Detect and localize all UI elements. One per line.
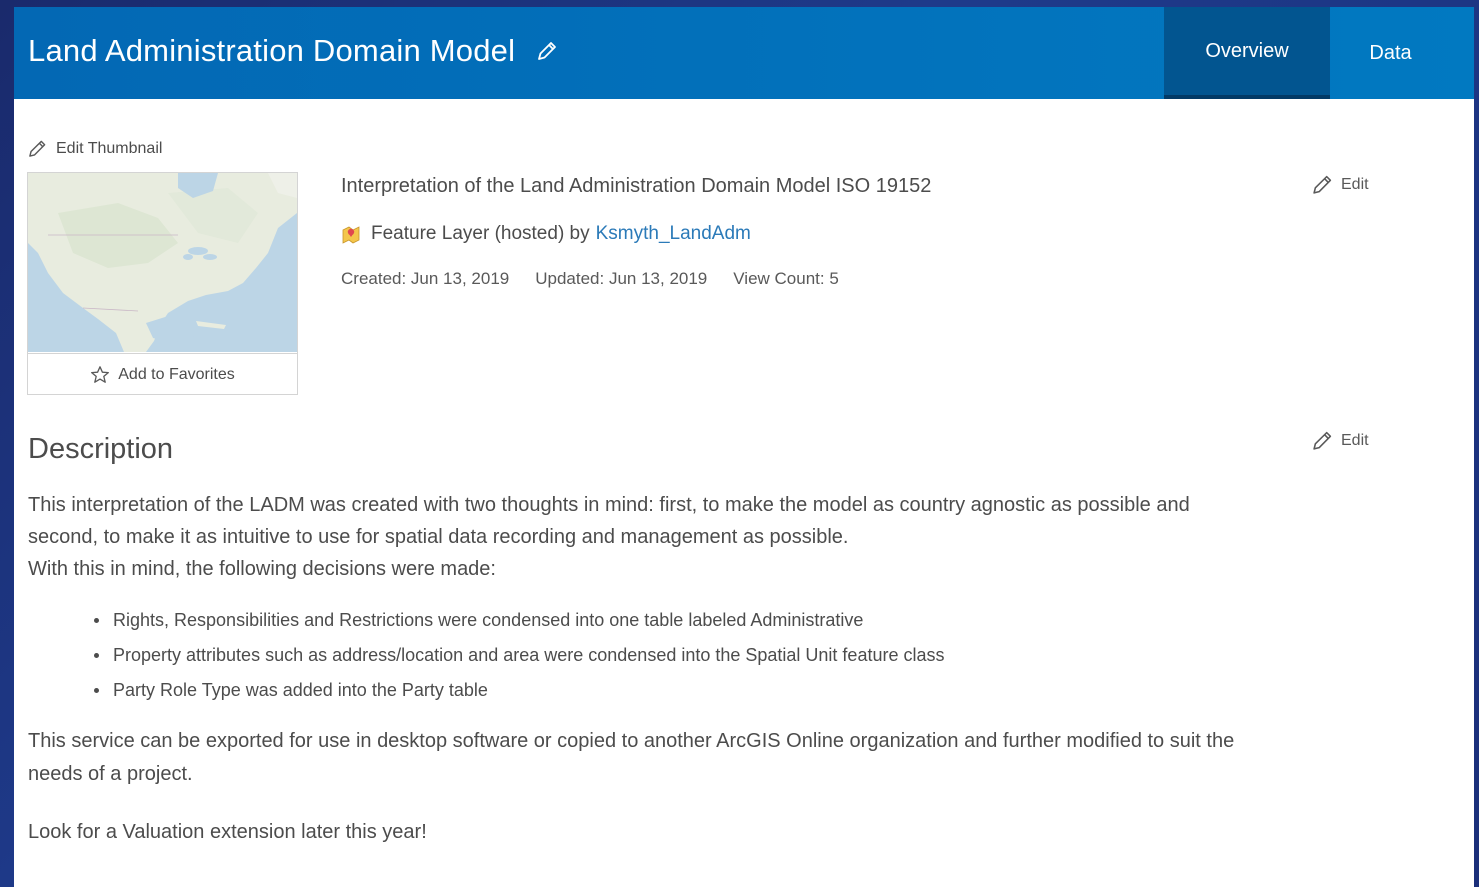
item-summary: Interpretation of the Land Administratio… (341, 175, 932, 197)
created-date: Created: Jun 13, 2019 (341, 269, 510, 288)
edit-summary-button[interactable]: Edit (1312, 174, 1369, 195)
star-icon (91, 365, 110, 383)
description-paragraph-3: Look for a Valuation extension later thi… (28, 821, 427, 843)
edit-thumbnail-label: Edit Thumbnail (56, 139, 163, 157)
updated-date: Updated: Jun 13, 2019 (535, 269, 708, 288)
description-line: With this in mind, the following decisio… (28, 558, 496, 580)
edit-title-pencil-icon[interactable] (535, 39, 559, 63)
edit-description-label: Edit (1341, 431, 1369, 449)
owner-link[interactable]: Ksmyth_LandAdm (596, 223, 751, 245)
description-line: This interpretation of the LADM was crea… (28, 494, 1190, 516)
description-line: This service can be exported for use in … (28, 730, 1235, 752)
item-title: Land Administration Domain Model (28, 33, 559, 69)
list-item: Property attributes such as address/loca… (94, 640, 944, 675)
description-paragraph-2: This service can be exported for use in … (28, 725, 1408, 791)
list-item: Rights, Responsibilities and Restriction… (94, 605, 944, 640)
description-paragraph-1: This interpretation of the LADM was crea… (28, 489, 1388, 585)
item-page: Land Administration Domain Model Overvie… (14, 7, 1474, 887)
description-line: needs of a project. (28, 763, 193, 785)
item-title-text: Land Administration Domain Model (28, 33, 516, 68)
pencil-icon (29, 140, 46, 157)
map-graphic (28, 173, 297, 352)
tab-overview[interactable]: Overview (1164, 7, 1330, 99)
feature-layer-icon (342, 226, 360, 244)
tab-data-label: Data (1369, 41, 1412, 64)
add-to-favorites-button[interactable]: Add to Favorites (28, 353, 297, 395)
item-type-line: Feature Layer (hosted) by Ksmyth_LandAdm (341, 223, 751, 245)
thumbnail-map-image (28, 173, 297, 352)
tab-overview-label: Overview (1205, 39, 1289, 62)
thumbnail-card: Add to Favorites (27, 172, 298, 395)
pencil-icon (1313, 175, 1332, 194)
item-header: Land Administration Domain Model Overvie… (14, 7, 1474, 99)
view-count: View Count: 5 (733, 269, 839, 288)
edit-thumbnail-button[interactable]: Edit Thumbnail (28, 139, 162, 158)
decisions-list: Rights, Responsibilities and Restriction… (94, 605, 944, 710)
tab-data[interactable]: Data (1330, 7, 1451, 99)
list-item: Party Role Type was added into the Party… (94, 675, 944, 710)
add-to-favorites-label: Add to Favorites (118, 365, 235, 383)
item-type-text: Feature Layer (hosted) by (371, 223, 590, 244)
description-line: second, to make it as intuitive to use f… (28, 526, 849, 548)
pencil-icon (1313, 431, 1332, 450)
item-meta: Created: Jun 13, 2019 Updated: Jun 13, 2… (341, 269, 865, 289)
edit-description-button[interactable]: Edit (1312, 430, 1369, 451)
description-heading: Description (28, 433, 174, 465)
edit-summary-label: Edit (1341, 175, 1369, 193)
